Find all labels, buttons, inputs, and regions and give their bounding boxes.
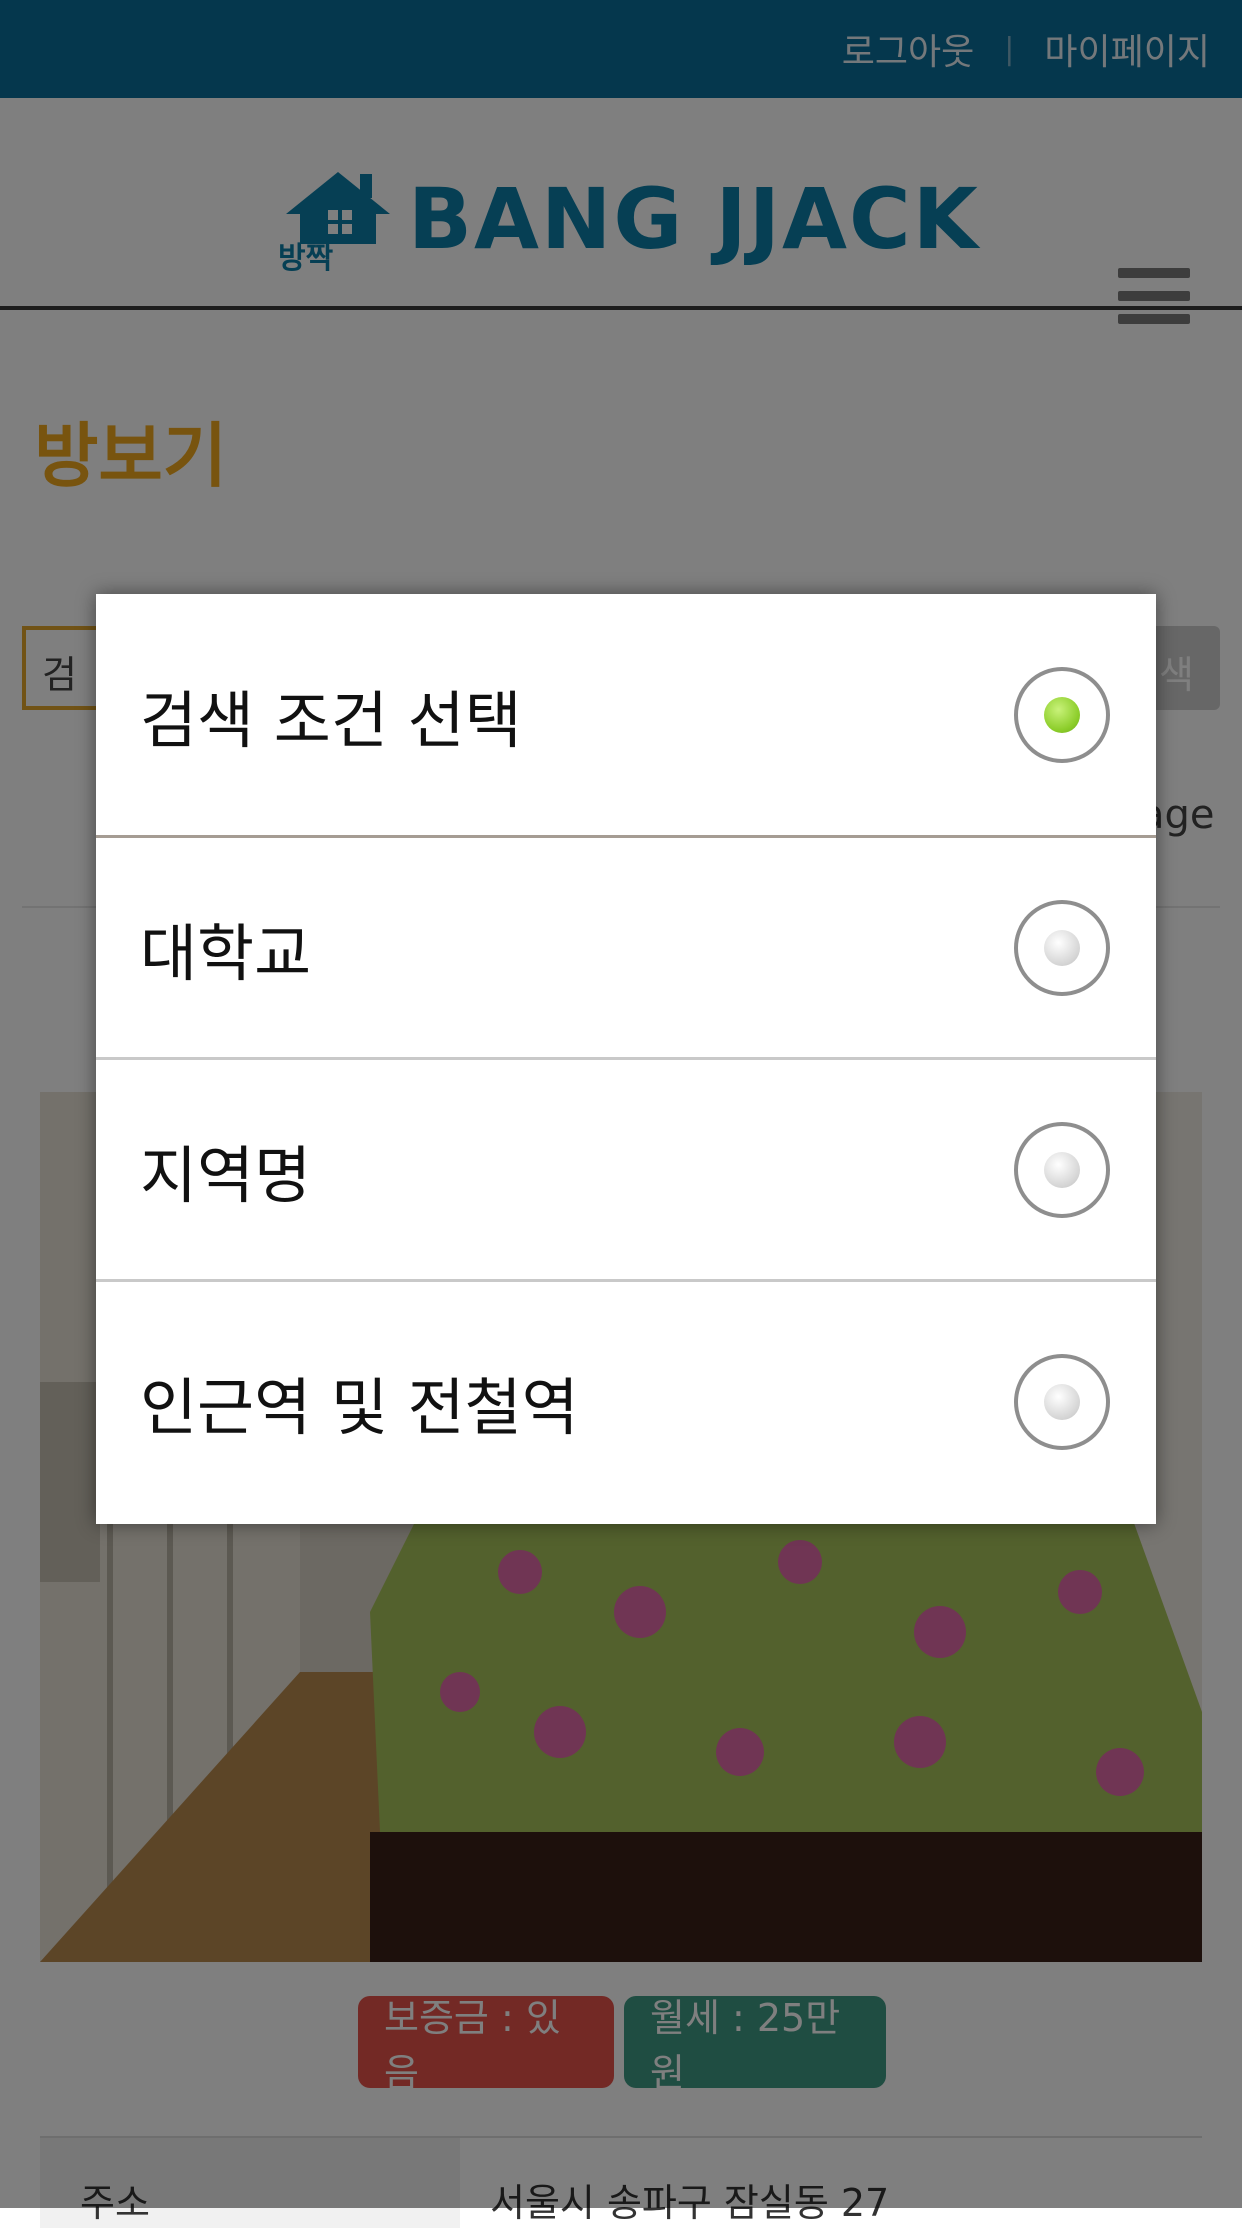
option-label: 대학교 <box>140 916 312 990</box>
radio-icon[interactable] <box>1014 1354 1110 1450</box>
search-condition-dialog: 검색 조건 선택 대학교 지역명 인근역 및 전철역 <box>96 594 1156 1524</box>
radio-icon[interactable] <box>1014 899 1110 996</box>
option-label: 검색 조건 선택 <box>140 683 522 757</box>
option-region[interactable]: 지역명 <box>96 1060 1156 1282</box>
option-label: 인근역 및 전철역 <box>140 1371 579 1444</box>
option-university[interactable]: 대학교 <box>96 838 1156 1060</box>
option-nearby-station[interactable]: 인근역 및 전철역 <box>96 1282 1156 1522</box>
radio-selected-icon[interactable] <box>1014 666 1110 763</box>
option-label: 지역명 <box>140 1138 312 1212</box>
radio-icon[interactable] <box>1014 1121 1110 1218</box>
option-search-condition[interactable]: 검색 조건 선택 <box>96 594 1156 838</box>
